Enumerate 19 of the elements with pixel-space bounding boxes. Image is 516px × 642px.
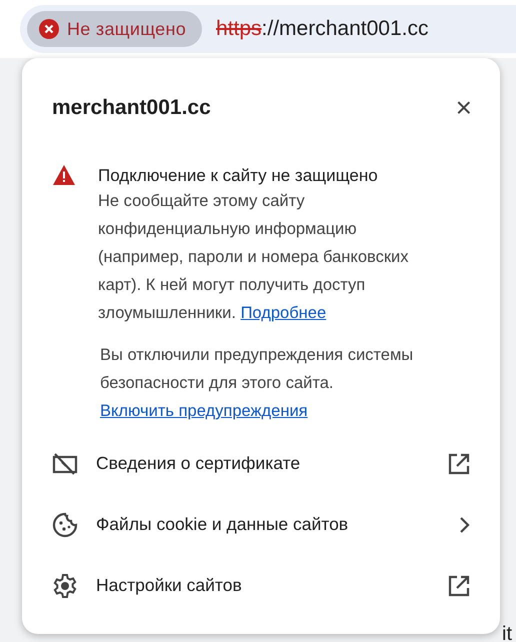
menu-item[interactable]: Сведения о сертификате <box>22 433 500 494</box>
close-button[interactable]: × <box>456 94 472 122</box>
certificate-off-icon <box>52 452 78 476</box>
warning-heading: Подключение к сайту не защищено <box>98 165 379 187</box>
menu-item[interactable]: Файлы cookie и данные сайтов <box>22 494 500 555</box>
page-text: it <box>502 623 512 642</box>
url-text: https://merchant001.cc <box>216 17 428 41</box>
learn-more-link[interactable]: Подробнее <box>240 304 326 322</box>
notice-text: Вы отключили предупреждения системы безопасности для этого сайта. Включить предупреждения <box>22 327 500 425</box>
settings-icon <box>52 572 78 598</box>
menu-item[interactable]: Настройки сайтов <box>22 555 500 616</box>
warning-icon <box>52 164 76 186</box>
address-bar[interactable]: Не защищено https://merchant001.cc <box>20 5 516 53</box>
cookie-icon <box>52 512 78 538</box>
enable-warnings-link[interactable]: Включить предупреждения <box>100 397 308 425</box>
error-icon <box>39 19 59 39</box>
popup-title: merchant001.cc <box>52 96 211 120</box>
security-chip[interactable]: Не защищено <box>27 11 202 47</box>
warning-text: Не сообщайте этому сайту конфиденциальную информацию (например, пароли и номера банковских карт). К ней могут получить доступ злоумышленники. Подробнее <box>98 191 410 324</box>
